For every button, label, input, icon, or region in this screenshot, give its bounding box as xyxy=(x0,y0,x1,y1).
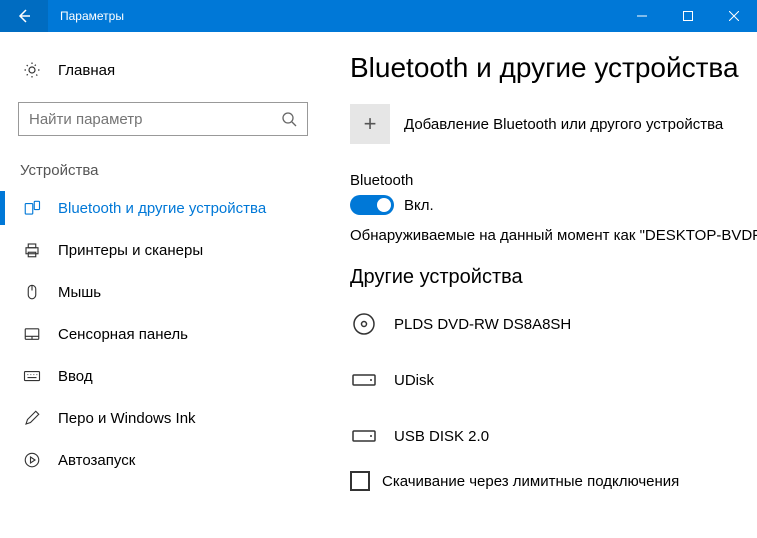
device-item[interactable]: PLDS DVD-RW DS8A8SH xyxy=(350,303,757,345)
metered-download-option[interactable]: Скачивание через лимитные подключения xyxy=(350,471,757,491)
sidebar-item-pen[interactable]: Перо и Windows Ink xyxy=(18,397,318,439)
sidebar-item-touchpad[interactable]: Сенсорная панель xyxy=(18,313,318,355)
sidebar-item-label: Перо и Windows Ink xyxy=(58,410,196,427)
window-title: Параметры xyxy=(48,9,619,23)
close-icon xyxy=(729,11,739,21)
search-input[interactable] xyxy=(29,111,281,128)
home-link[interactable]: Главная xyxy=(18,50,318,90)
sidebar-item-label: Автозапуск xyxy=(58,452,135,469)
sidebar-item-label: Мышь xyxy=(58,284,101,301)
printer-icon xyxy=(22,241,42,259)
plus-icon: + xyxy=(350,104,390,144)
sidebar-item-printers[interactable]: Принтеры и сканеры xyxy=(18,229,318,271)
device-name: USB DISK 2.0 xyxy=(394,428,489,445)
sidebar-item-autoplay[interactable]: Автозапуск xyxy=(18,439,318,481)
maximize-button[interactable] xyxy=(665,0,711,32)
bluetooth-section-label: Bluetooth xyxy=(350,172,757,189)
back-button[interactable] xyxy=(0,0,48,32)
keyboard-icon xyxy=(22,367,42,385)
toggle-state-label: Вкл. xyxy=(404,197,434,214)
search-icon xyxy=(281,111,297,127)
metered-label: Скачивание через лимитные подключения xyxy=(382,473,679,490)
bluetooth-toggle[interactable] xyxy=(350,195,394,215)
devices-icon xyxy=(22,199,42,217)
titlebar: Параметры xyxy=(0,0,757,32)
minimize-button[interactable] xyxy=(619,0,665,32)
page-title: Bluetooth и другие устройства xyxy=(350,52,757,84)
sidebar-item-label: Принтеры и сканеры xyxy=(58,242,203,259)
arrow-left-icon xyxy=(16,8,32,24)
search-box[interactable] xyxy=(18,102,308,136)
checkbox[interactable] xyxy=(350,471,370,491)
sidebar-item-typing[interactable]: Ввод xyxy=(18,355,318,397)
close-button[interactable] xyxy=(711,0,757,32)
home-label: Главная xyxy=(58,62,115,79)
sidebar-item-label: Bluetooth и другие устройства xyxy=(58,200,266,217)
autoplay-icon xyxy=(22,451,42,469)
maximize-icon xyxy=(683,11,693,21)
device-name: PLDS DVD-RW DS8A8SH xyxy=(394,316,571,333)
touchpad-icon xyxy=(22,325,42,343)
add-device-button[interactable]: + Добавление Bluetooth или другого устро… xyxy=(350,104,757,144)
main-content: Bluetooth и другие устройства + Добавлен… xyxy=(320,32,757,538)
window-controls xyxy=(619,0,757,32)
device-item[interactable]: USB DISK 2.0 xyxy=(350,415,757,457)
disc-icon xyxy=(350,312,378,336)
drive-icon xyxy=(350,428,378,444)
pen-icon xyxy=(22,409,42,427)
sidebar-item-mouse[interactable]: Мышь xyxy=(18,271,318,313)
sidebar-item-bluetooth[interactable]: Bluetooth и другие устройства xyxy=(18,187,318,229)
other-devices-heading: Другие устройства xyxy=(350,266,757,289)
discoverable-text: Обнаруживаемые на данный момент как "DES… xyxy=(350,227,757,244)
sidebar-item-label: Ввод xyxy=(58,368,93,385)
add-device-label: Добавление Bluetooth или другого устройс… xyxy=(404,116,723,133)
drive-icon xyxy=(350,372,378,388)
mouse-icon xyxy=(22,283,42,301)
sidebar-item-label: Сенсорная панель xyxy=(58,326,188,343)
device-item[interactable]: UDisk xyxy=(350,359,757,401)
device-name: UDisk xyxy=(394,372,434,389)
minimize-icon xyxy=(637,11,647,21)
sidebar: Главная Устройства Bluetooth и другие ус… xyxy=(0,32,320,538)
gear-icon xyxy=(22,61,42,79)
sidebar-group-title: Устройства xyxy=(18,162,318,179)
